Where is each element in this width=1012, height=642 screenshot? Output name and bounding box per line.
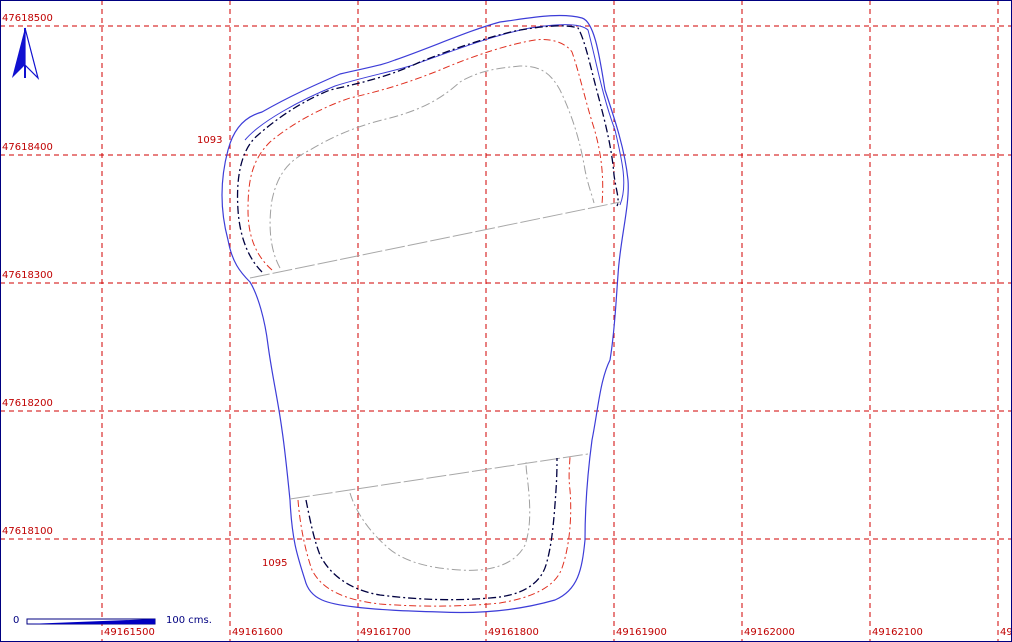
contour-south-gray	[349, 461, 531, 571]
x-tick-label: 49161800	[488, 627, 539, 638]
scale-bar	[26, 618, 156, 625]
contour-south-black	[305, 457, 558, 601]
contour-south-red	[297, 455, 572, 607]
x-tick-label: 49161700	[360, 627, 411, 638]
x-tick-label: 49161500	[104, 627, 155, 638]
section-line-north	[249, 201, 621, 279]
map-canvas[interactable]	[0, 0, 1012, 642]
section-line-south	[289, 453, 589, 500]
y-tick-label: 47618300	[2, 270, 53, 281]
y-tick-label: 47618200	[2, 398, 53, 409]
contour-label: 1093	[197, 135, 223, 146]
x-tick-label: 49161900	[616, 627, 667, 638]
x-tick-label: 49162100	[872, 627, 923, 638]
grid	[0, 0, 1012, 642]
y-tick-label: 47618100	[2, 526, 53, 537]
north-arrow-icon	[12, 27, 40, 80]
contour-north-gray	[269, 65, 595, 269]
y-tick-label: 47618500	[2, 13, 53, 24]
y-tick-label: 47618400	[2, 142, 53, 153]
x-tick-label: 49	[1000, 627, 1012, 638]
contour-north-black	[236, 25, 619, 273]
site-outline-inner	[244, 24, 625, 206]
scale-end-label: 100 cms.	[166, 615, 212, 626]
x-tick-label: 49161600	[232, 627, 283, 638]
x-tick-label: 49162000	[744, 627, 795, 638]
scale-start-label: 0	[13, 615, 20, 626]
contour-label: 1095	[262, 558, 288, 569]
